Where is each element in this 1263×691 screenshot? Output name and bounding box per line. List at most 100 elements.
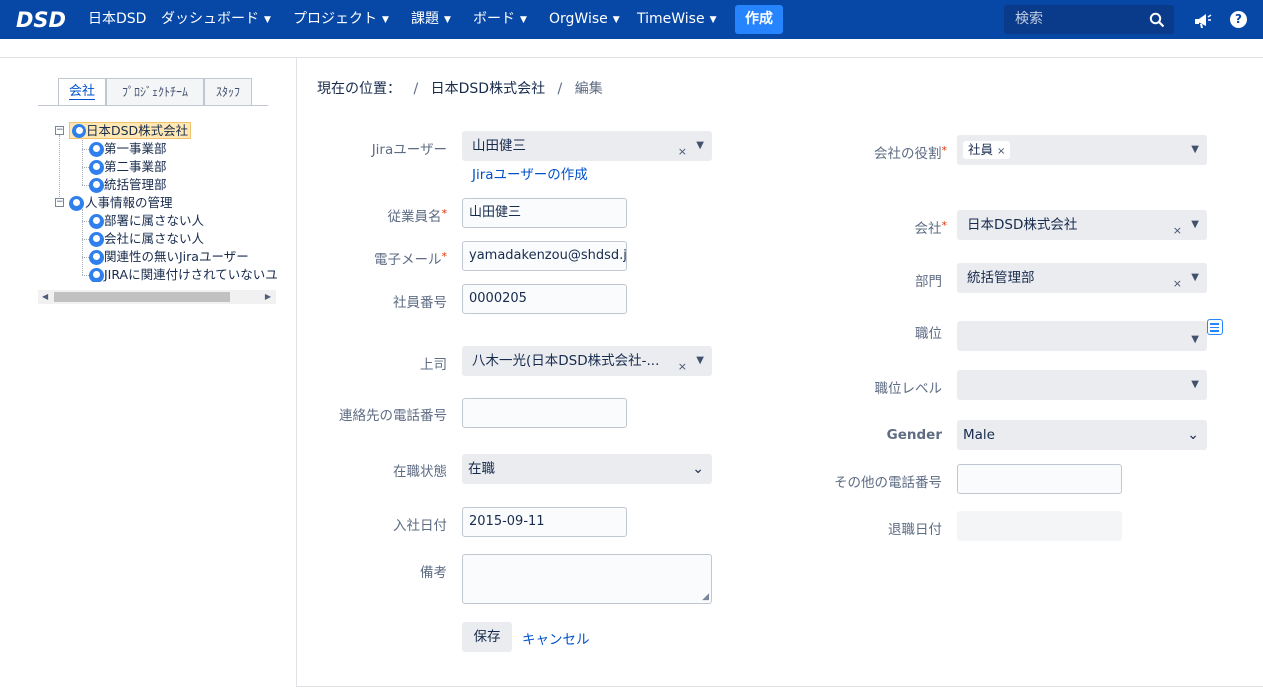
tree-connector: [82, 239, 89, 240]
tree-node-hr-item[interactable]: 部署に属さない人: [104, 212, 204, 230]
gender-select[interactable]: Male ⌄: [957, 420, 1207, 450]
tree-connector: [82, 257, 89, 258]
dsd-logo[interactable]: DSD: [16, 7, 78, 31]
chevron-down-icon: ▼: [709, 15, 717, 25]
help-icon[interactable]: ?: [1230, 11, 1247, 28]
nav-project-label: プロジェクト: [293, 11, 377, 27]
search-placeholder: 検索: [1015, 11, 1043, 27]
company-role-label: 会社の役割*: [874, 142, 947, 162]
required-mark: *: [941, 219, 948, 232]
create-jira-user-link[interactable]: Jiraユーザーの作成: [472, 163, 588, 183]
tree-node-hr-item[interactable]: 関連性の無いJiraユーザー: [104, 248, 249, 266]
retire-date-field[interactable]: [957, 511, 1122, 541]
jira-user-select[interactable]: 山田健三 × ▼: [462, 131, 712, 161]
tree-node-department[interactable]: 統括管理部: [104, 176, 167, 194]
tree-collapse-toggle[interactable]: −: [55, 198, 64, 207]
employee-name-label-text: 従業員名: [387, 209, 442, 225]
tree-node-hr-item[interactable]: 会社に属さない人: [104, 230, 204, 248]
department-select[interactable]: 統括管理部 × ▼: [957, 263, 1207, 293]
nav-dashboard[interactable]: ダッシュボード ▼: [161, 0, 271, 39]
chevron-down-icon: ▼: [1191, 272, 1199, 283]
scroll-left-icon[interactable]: ◀: [42, 290, 48, 304]
employee-no-field[interactable]: 0000205: [462, 284, 627, 314]
tab-company[interactable]: 会社: [58, 78, 106, 106]
retire-date-label: 退職日付: [888, 522, 942, 538]
clear-icon[interactable]: ×: [678, 137, 687, 161]
tree-horizontal-scrollbar[interactable]: ◀ ▶: [38, 290, 276, 304]
notification-icon[interactable]: [1194, 11, 1212, 29]
tab-staff[interactable]: ｽﾀｯﾌ: [204, 78, 252, 106]
position-label: 職位: [915, 326, 942, 342]
list-icon-line: [1210, 323, 1219, 325]
site-name[interactable]: 日本DSD: [88, 0, 146, 39]
other-phone-label: その他の電話番号: [834, 475, 942, 491]
search-input[interactable]: 検索: [1004, 5, 1174, 34]
manager-value: 八木一光(日本DSD株式会社-...: [472, 353, 660, 369]
breadcrumb-company[interactable]: 日本DSD株式会社: [431, 81, 545, 97]
tab-project-team[interactable]: ﾌﾟﾛｼﾞｪｸﾄﾁｰﾑ: [106, 78, 204, 106]
tree-connector: [59, 135, 60, 203]
nav-timewise[interactable]: TimeWise ▼: [637, 0, 717, 39]
chevron-down-icon: ▼: [1191, 144, 1199, 155]
email-field[interactable]: yamadakenzou@shdsd.jp: [462, 241, 627, 271]
tree-node-hr[interactable]: 人事情報の管理: [85, 194, 173, 212]
chevron-down-icon: ⌄: [692, 461, 704, 477]
breadcrumb: 現在の位置： / 日本DSD株式会社 / 編集: [317, 78, 603, 98]
clear-icon[interactable]: ×: [1173, 269, 1182, 293]
position-level-select[interactable]: ▼: [957, 370, 1207, 400]
clear-icon[interactable]: ×: [1173, 216, 1182, 240]
top-navigation: DSD 日本DSD ダッシュボード ▼ プロジェクト ▼ 課題 ▼ ボード ▼ OrgW…: [0, 0, 1263, 39]
company-select[interactable]: 日本DSD株式会社 × ▼: [957, 210, 1207, 240]
tree-connector: [82, 149, 89, 150]
clear-icon[interactable]: ×: [678, 352, 687, 376]
resize-handle-icon[interactable]: ◢: [702, 593, 709, 602]
employment-status-label: 在職状態: [393, 464, 447, 480]
remove-tag-icon[interactable]: ×: [997, 146, 1005, 157]
cancel-link[interactable]: キャンセル: [522, 628, 590, 648]
tree-node-company[interactable]: 日本DSD株式会社: [69, 122, 192, 140]
employee-name-field[interactable]: 山田健三: [462, 198, 627, 228]
tree-connector: [82, 137, 83, 185]
join-date-field[interactable]: 2015-09-11: [462, 507, 627, 537]
employment-status-select[interactable]: 在職 ⌄: [462, 454, 712, 484]
svg-text:DSD: DSD: [16, 8, 66, 31]
employee-no-label: 社員番号: [393, 295, 447, 311]
scroll-right-icon[interactable]: ▶: [265, 290, 271, 304]
other-phone-field[interactable]: [957, 464, 1122, 494]
user-icon: [89, 214, 104, 229]
create-button[interactable]: 作成: [735, 5, 783, 34]
chevron-down-icon: ▼: [696, 140, 704, 151]
save-button[interactable]: 保存: [462, 622, 512, 652]
breadcrumb-prefix: 現在の位置：: [317, 81, 401, 97]
department-icon: [89, 160, 104, 175]
department-icon: [89, 142, 104, 157]
tree-collapse-toggle[interactable]: −: [55, 126, 64, 135]
jira-user-label: Jiraユーザー: [371, 142, 447, 158]
company-role-tag: 社員 ×: [963, 141, 1011, 159]
nav-boards-label: ボード: [473, 11, 515, 27]
nav-project[interactable]: プロジェクト ▼: [293, 0, 389, 39]
chevron-down-icon: ▼: [382, 15, 389, 25]
chevron-down-icon: ▼: [264, 15, 271, 25]
employee-name-label: 従業員名*: [388, 205, 448, 225]
remarks-textarea[interactable]: ◢: [462, 554, 712, 604]
manager-select[interactable]: 八木一光(日本DSD株式会社-... × ▼: [462, 346, 712, 376]
nav-orgwise[interactable]: OrgWise ▼: [549, 0, 620, 39]
nav-boards[interactable]: ボード ▼: [473, 0, 527, 39]
tab-staff-label: ｽﾀｯﾌ: [215, 85, 240, 99]
contact-phone-field[interactable]: [462, 398, 627, 428]
nav-issues[interactable]: 課題 ▼: [411, 0, 451, 39]
tree-node-hr-item[interactable]: JIRAに関連付けされていないユ: [104, 266, 277, 282]
list-icon[interactable]: [1207, 319, 1223, 335]
position-select[interactable]: ▼: [957, 321, 1207, 351]
tree-node-department[interactable]: 第二事業部: [104, 158, 167, 176]
jira-user-value: 山田健三: [472, 138, 526, 154]
department-label: 部門: [915, 274, 942, 290]
nav-dashboard-label: ダッシュボード: [161, 11, 259, 27]
user-icon: [89, 268, 104, 282]
company-role-select[interactable]: 社員 × ▼: [957, 135, 1207, 165]
scrollbar-thumb[interactable]: [54, 292, 230, 302]
search-icon[interactable]: [1149, 12, 1165, 28]
divider: [297, 57, 1263, 58]
tree-node-department[interactable]: 第一事業部: [104, 140, 167, 158]
